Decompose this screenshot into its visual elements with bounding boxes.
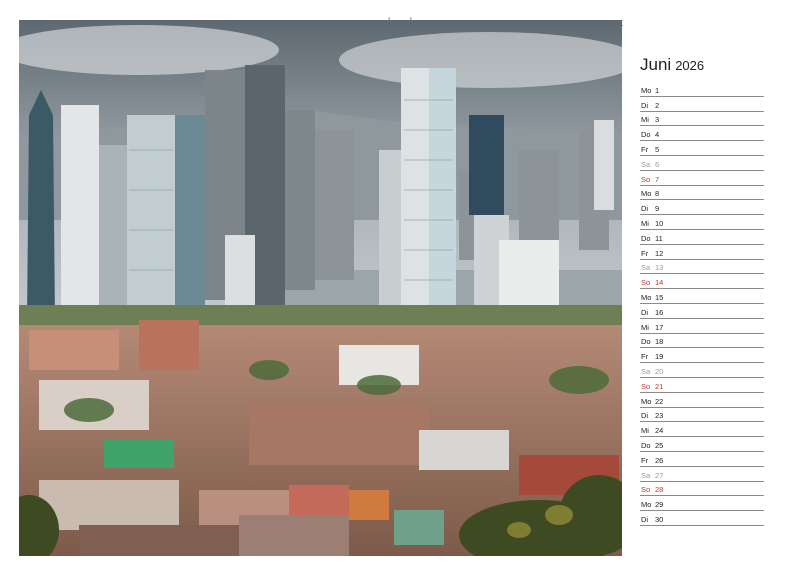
day-row: So 21 (640, 378, 764, 393)
day-number: 6 (655, 159, 660, 169)
day-row: Fr 26 (640, 452, 764, 467)
calendar-page: Juni 2026 Mo 1 Di 2 Mi 3 Do 4 Fr 5 Sa 6 So 7 Mo 8 Di 9 Mi 10… (0, 0, 800, 577)
day-number: 23 (655, 411, 664, 421)
day-row: Di 16 (640, 304, 764, 319)
day-row: Sa 6 (640, 156, 764, 171)
day-row: So 7 (640, 171, 764, 186)
day-row: Do 25 (640, 437, 764, 452)
calendar-panel: Juni 2026 Mo 1 Di 2 Mi 3 Do 4 Fr 5 Sa 6 So 7 Mo 8 Di 9 Mi 10… (623, 20, 781, 556)
day-number: 30 (655, 514, 664, 524)
day-number: 29 (655, 500, 664, 510)
day-number: 7 (655, 174, 660, 184)
day-number: 25 (655, 440, 664, 450)
month-name: Juni (640, 55, 672, 74)
day-number: 17 (655, 322, 664, 332)
day-row: Mo 22 (640, 393, 764, 408)
day-row: So 28 (640, 482, 764, 497)
day-number: 19 (655, 352, 664, 362)
day-row: Di 2 (640, 97, 764, 112)
photo-illustration (19, 20, 622, 556)
day-row: Sa 13 (640, 260, 764, 275)
day-row: Do 18 (640, 334, 764, 349)
day-row: So 14 (640, 274, 764, 290)
day-number: 16 (655, 307, 664, 317)
day-number: 21 (655, 381, 664, 391)
day-row: Mi 10 (640, 215, 764, 230)
day-number: 13 (655, 263, 664, 273)
day-number: 27 (655, 470, 664, 480)
day-number: 8 (655, 189, 660, 199)
day-number: 26 (655, 455, 664, 465)
day-list: Mo 1 Di 2 Mi 3 Do 4 Fr 5 Sa 6 So 7 Mo 8 Di 9 Mi 10 Do 11 Fr 12 S… (640, 82, 764, 526)
day-row: Do 11 (640, 230, 764, 245)
day-row: Mo 29 (640, 496, 764, 512)
day-row: Di 23 (640, 408, 764, 423)
day-row: Fr 5 (640, 141, 764, 156)
day-row: Mo 1 (640, 82, 764, 97)
day-row: Fr 12 (640, 245, 764, 260)
day-number: 9 (655, 204, 660, 214)
day-number: 28 (655, 485, 664, 495)
month-title: Juni 2026 (640, 55, 704, 75)
day-row: Di 9 (640, 200, 764, 216)
day-number: 12 (655, 248, 664, 258)
day-number: 10 (655, 218, 664, 228)
day-number: 18 (655, 337, 664, 347)
day-row: Mo 15 (640, 289, 764, 304)
day-number: 22 (655, 396, 664, 406)
city-skyline-photo (19, 20, 622, 556)
day-number: 2 (655, 100, 660, 110)
day-number: 5 (655, 144, 660, 154)
day-number: 3 (655, 115, 660, 125)
day-row: Sa 20 (640, 363, 764, 378)
day-number: 4 (655, 130, 660, 140)
day-row: Do 4 (640, 126, 764, 142)
day-row: Mi 3 (640, 112, 764, 127)
day-row: Fr 19 (640, 348, 764, 364)
day-row: Mi 24 (640, 422, 764, 438)
day-number: 15 (655, 292, 664, 302)
year-label: 2026 (675, 58, 705, 73)
day-row: Di 30 (640, 511, 764, 526)
day-number: 24 (655, 426, 664, 436)
day-number: 1 (655, 85, 660, 95)
day-row: Mo 8 (640, 186, 764, 201)
day-number: 11 (655, 233, 663, 243)
day-row: Mi 17 (640, 319, 764, 334)
day-row: Sa 27 (640, 467, 764, 482)
day-number: 20 (655, 366, 664, 376)
day-number: 14 (655, 278, 664, 288)
